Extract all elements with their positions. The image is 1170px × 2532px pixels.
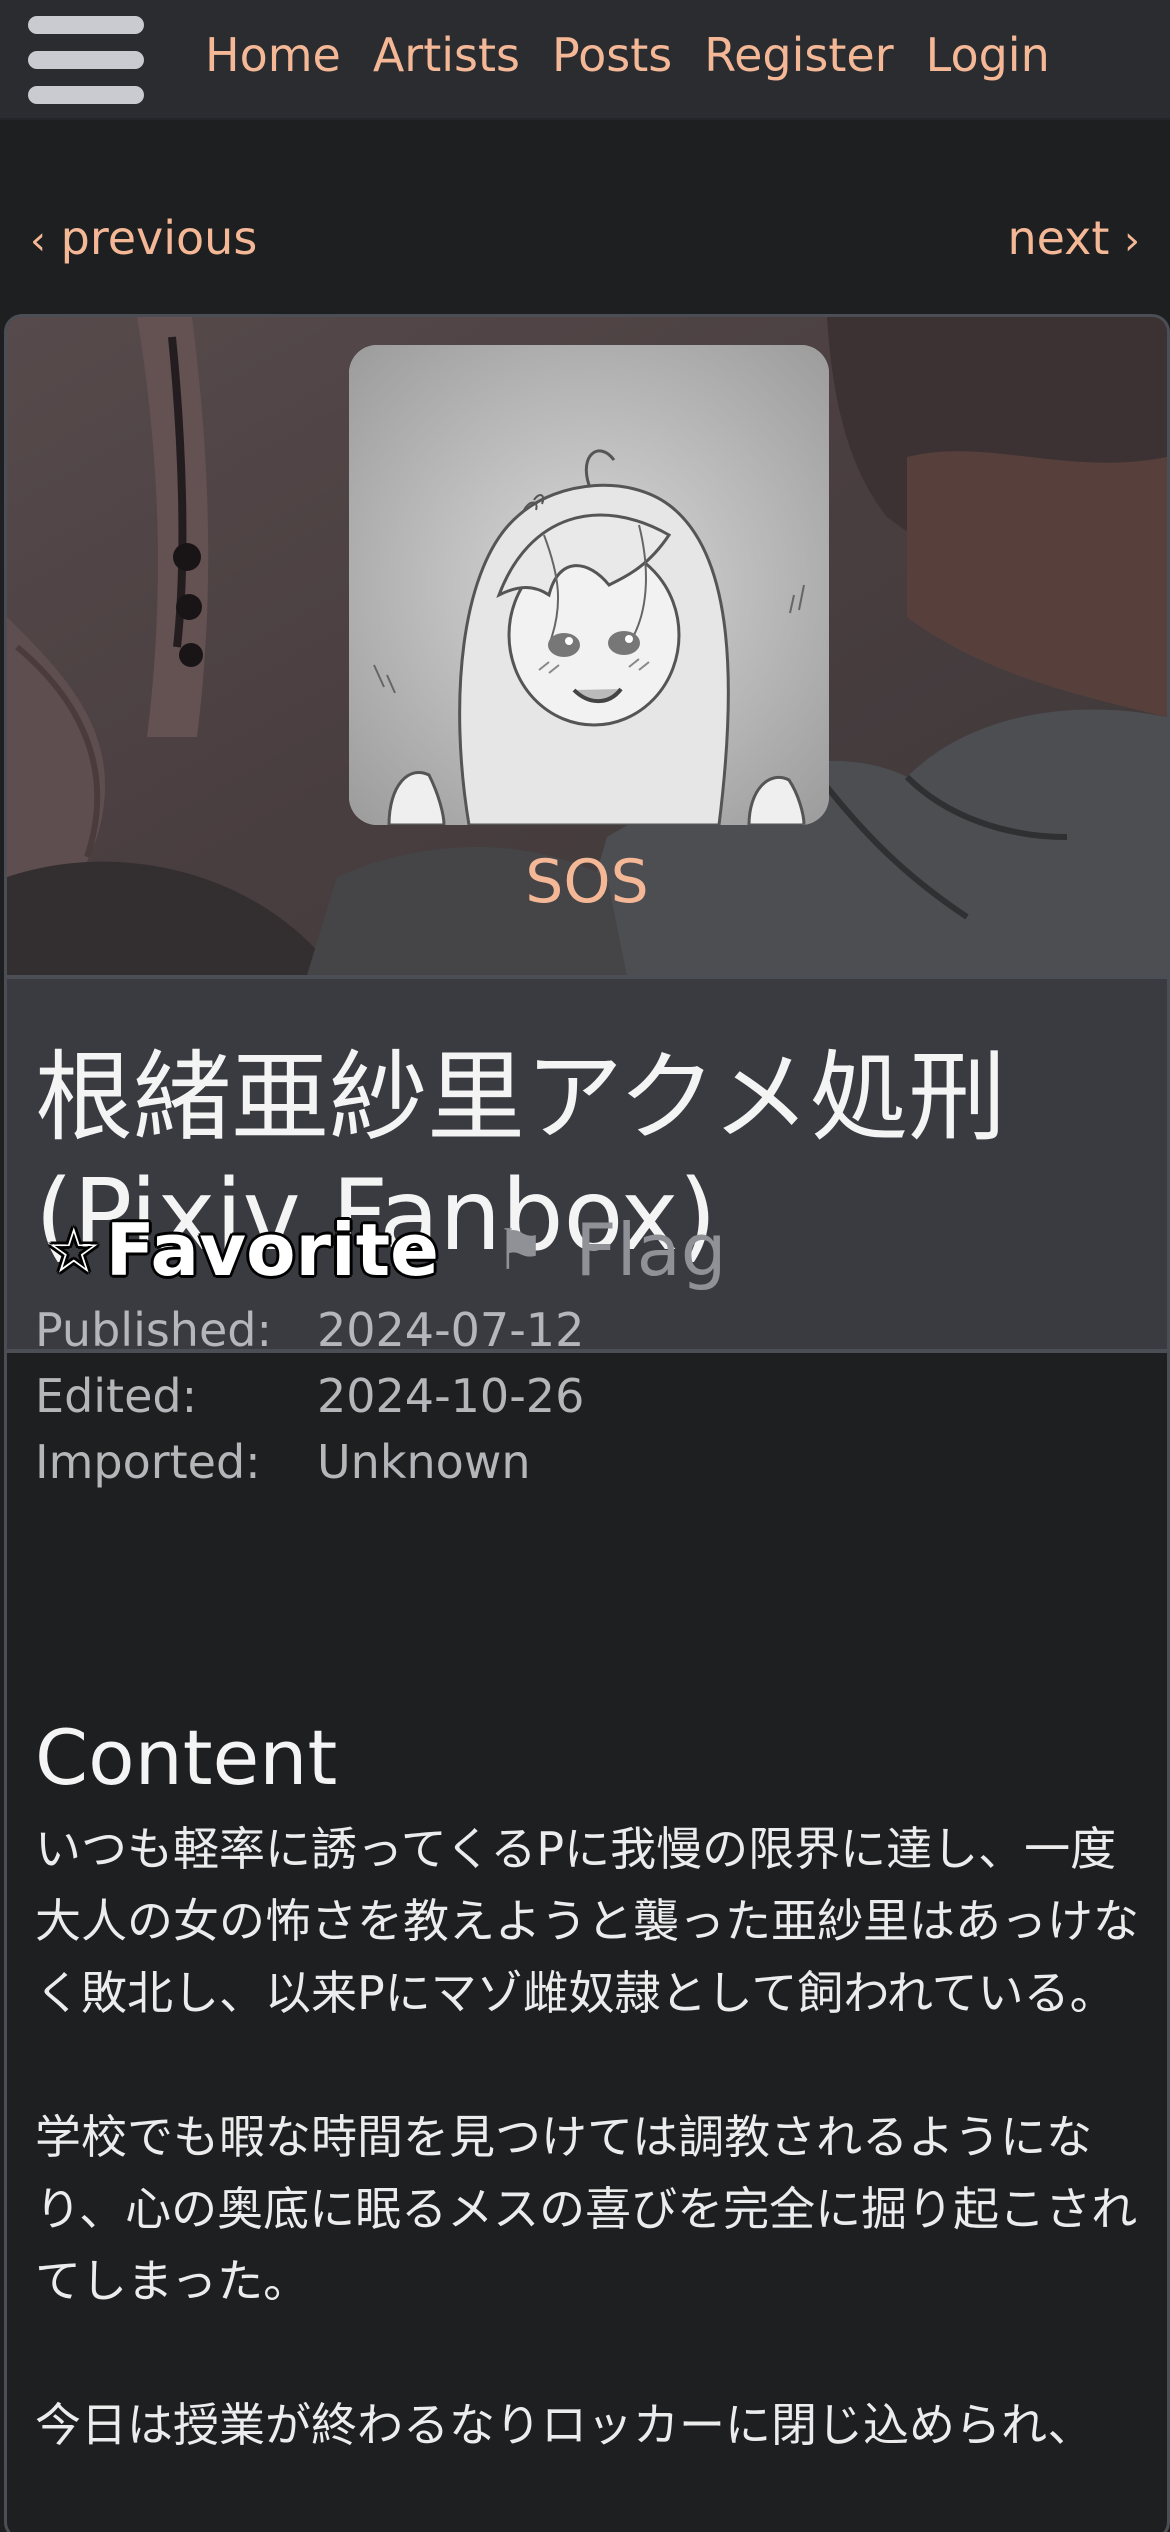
imported-value: Unknown: [317, 1435, 531, 1489]
artist-name-link[interactable]: SOS: [7, 837, 1167, 927]
artist-avatar-image: [349, 345, 829, 825]
previous-label: previous: [60, 211, 258, 265]
favorite-button[interactable]: ☆ Favorite: [46, 1208, 439, 1292]
post-actions: ☆ Favorite ⚑ Flag: [46, 1208, 726, 1292]
flag-icon: ⚑: [494, 1217, 546, 1283]
edited-row: Edited: 2024-10-26: [35, 1363, 584, 1429]
nav-login-link[interactable]: Login: [926, 24, 1050, 86]
imported-label: Imported:: [35, 1435, 261, 1489]
chevron-right-icon: ›: [1124, 218, 1140, 264]
published-label: Published:: [35, 1303, 272, 1357]
post-card: SOS 根緒亜紗里アクメ処刑 (Pixiv Fanbox) Published:…: [4, 314, 1170, 2532]
published-value: 2024-07-12: [317, 1303, 585, 1357]
next-post-link[interactable]: next ›: [1007, 208, 1140, 271]
page: Home Artists Posts Register Login ‹ prev…: [0, 0, 1170, 2532]
imported-row: Imported: Unknown: [35, 1429, 584, 1495]
top-navbar: Home Artists Posts Register Login: [0, 0, 1170, 120]
published-row: Published: 2024-07-12: [35, 1297, 584, 1363]
star-outline-icon: ☆: [46, 1213, 102, 1287]
previous-post-link[interactable]: ‹ previous: [30, 208, 257, 271]
artist-banner: SOS: [7, 317, 1167, 975]
nav-artists-link[interactable]: Artists: [373, 24, 520, 86]
post-meta: Published: 2024-07-12 Edited: 2024-10-26…: [35, 1297, 584, 1495]
edited-value: 2024-10-26: [317, 1369, 585, 1423]
chevron-left-icon: ‹: [30, 218, 46, 264]
edited-label: Edited:: [35, 1369, 198, 1423]
nav-register-link[interactable]: Register: [704, 24, 893, 86]
nav-links: Home Artists Posts Register Login: [205, 24, 1050, 86]
post-info: 根緒亜紗里アクメ処刑 (Pixiv Fanbox) Published: 202…: [7, 975, 1167, 1489]
hamburger-menu-icon[interactable]: [28, 14, 144, 106]
nav-home-link[interactable]: Home: [205, 24, 341, 86]
content-heading: Content: [35, 1713, 338, 1802]
content-body: いつも軽率に誘ってくるPに我慢の限界に達し、一度大人の女の怖さを教えようと襲った…: [35, 1813, 1147, 2532]
artist-avatar[interactable]: [349, 345, 829, 825]
flag-button[interactable]: ⚑ Flag: [495, 1208, 726, 1292]
nav-posts-link[interactable]: Posts: [552, 24, 672, 86]
content-paragraph: 学校でも暇な時間を見つけては調教されるようになり、心の奥底に眠るメスの喜びを完全…: [35, 2110, 1138, 2308]
flag-label: Flag: [575, 1208, 727, 1292]
next-label: next: [1007, 211, 1110, 265]
content-paragraph: いつも軽率に誘ってくるPに我慢の限界に達し、一度大人の女の怖さを教えようと襲った…: [35, 1822, 1139, 2020]
content-paragraph: 今日は授業が終わるなりロッカーに閉じ込められ、: [35, 2398, 1094, 2452]
favorite-label: Favorite: [105, 1208, 439, 1292]
